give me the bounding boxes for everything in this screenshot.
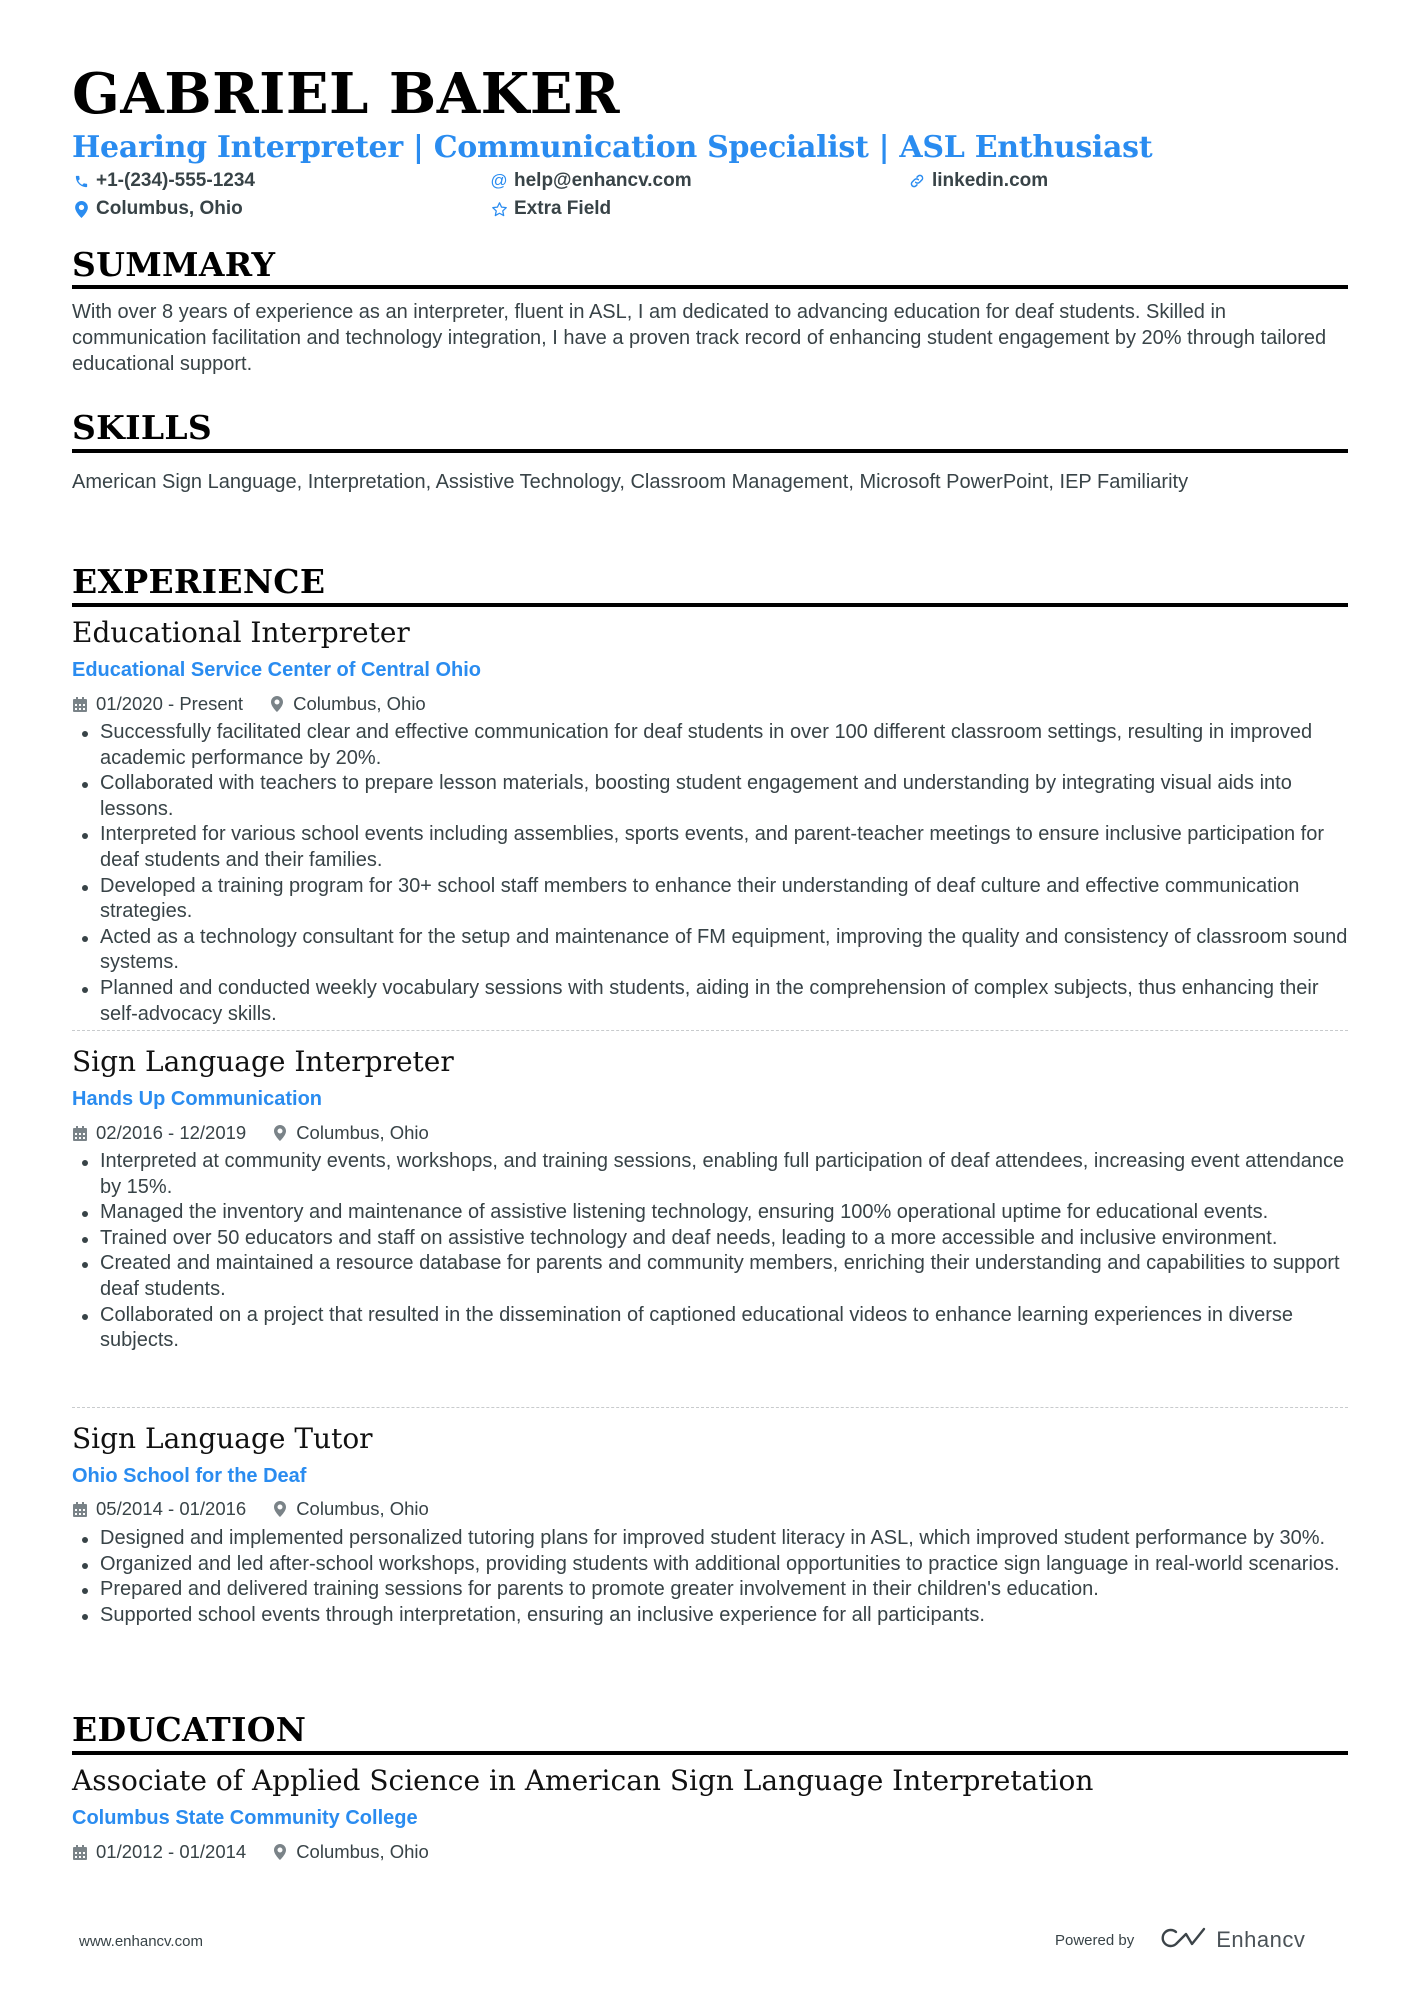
bullet-item: Successfully facilitated clear and effec… bbox=[72, 720, 1348, 771]
contact-location: Columbus, Ohio bbox=[72, 197, 243, 221]
education-location: Columbus, Ohio bbox=[296, 1841, 429, 1862]
company-name[interactable]: Educational Service Center of Central Oh… bbox=[72, 657, 481, 683]
contact-phone[interactable]: +1-(234)-555-1234 bbox=[72, 169, 255, 193]
footer-branding[interactable]: Powered by Enhancv bbox=[1055, 1922, 1305, 1958]
job-meta: 02/2016 - 12/2019 Columbus, Ohio bbox=[72, 1121, 429, 1145]
job-title: Sign Language Tutor bbox=[72, 1422, 373, 1455]
candidate-name: GABRIEL BAKER bbox=[72, 61, 621, 127]
school-name[interactable]: Columbus State Community College bbox=[72, 1805, 418, 1831]
job-location: Columbus, Ohio bbox=[296, 1122, 429, 1143]
bullet-item: Interpreted for various school events in… bbox=[72, 822, 1348, 873]
calendar-icon bbox=[72, 1844, 88, 1860]
bullet-item: Prepared and delivered training sessions… bbox=[72, 1577, 1348, 1603]
job-bullets: Successfully facilitated clear and effec… bbox=[72, 720, 1348, 1027]
contact-linkedin[interactable]: linkedin.com bbox=[908, 169, 1048, 193]
bullet-item: Organized and led after-school workshops… bbox=[72, 1552, 1348, 1578]
summary-text: With over 8 years of experience as an in… bbox=[72, 301, 1327, 375]
bullet-item: Trained over 50 educators and staff on a… bbox=[72, 1226, 1348, 1252]
location-pin-icon bbox=[72, 200, 90, 218]
bullet-item: Created and maintained a resource databa… bbox=[72, 1251, 1348, 1302]
contact-email[interactable]: @ help@enhancv.com bbox=[490, 169, 692, 193]
calendar-icon bbox=[72, 1501, 88, 1517]
summary-heading: SUMMARY bbox=[72, 245, 276, 284]
job-location: Columbus, Ohio bbox=[293, 693, 426, 714]
skills-text: American Sign Language, Interpretation, … bbox=[72, 471, 1189, 493]
phone-icon bbox=[72, 172, 90, 190]
powered-by-label: Powered by bbox=[1055, 1931, 1135, 1949]
degree-title: Associate of Applied Science in American… bbox=[72, 1764, 1094, 1797]
job-dates: 05/2014 - 01/2016 bbox=[96, 1498, 247, 1519]
candidate-title: Hearing Interpreter | Communication Spec… bbox=[72, 130, 1153, 165]
phone-text: +1-(234)-555-1234 bbox=[96, 170, 255, 191]
company-name[interactable]: Hands Up Communication bbox=[72, 1086, 322, 1112]
job-meta: 05/2014 - 01/2016 Columbus, Ohio bbox=[72, 1497, 429, 1521]
skills-divider bbox=[72, 449, 1348, 453]
entry-separator bbox=[72, 1407, 1348, 1408]
location-pin-icon bbox=[269, 696, 285, 712]
email-text: help@enhancv.com bbox=[514, 170, 692, 191]
job-dates: 02/2016 - 12/2019 bbox=[96, 1122, 247, 1143]
bullet-item: Planned and conducted weekly vocabulary … bbox=[72, 976, 1348, 1027]
job-dates: 01/2020 - Present bbox=[96, 693, 244, 714]
linkedin-text: linkedin.com bbox=[932, 170, 1049, 191]
location-text: Columbus, Ohio bbox=[96, 198, 243, 219]
job-meta: 01/2020 - Present Columbus, Ohio bbox=[72, 692, 426, 716]
education-divider bbox=[72, 1751, 1348, 1755]
bullet-item: Interpreted at community events, worksho… bbox=[72, 1149, 1348, 1200]
brand-name: Enhancv bbox=[1216, 1927, 1306, 1952]
link-icon bbox=[908, 172, 926, 190]
job-bullets: Designed and implemented personalized tu… bbox=[72, 1526, 1348, 1628]
education-heading: EDUCATION bbox=[72, 1710, 307, 1749]
bullet-item: Collaborated with teachers to prepare le… bbox=[72, 771, 1348, 822]
bullet-item: Managed the inventory and maintenance of… bbox=[72, 1200, 1348, 1226]
footer-website-link[interactable]: www.enhancv.com bbox=[79, 1932, 203, 1952]
location-pin-icon bbox=[272, 1125, 288, 1141]
location-pin-icon bbox=[272, 1844, 288, 1860]
job-title: Educational Interpreter bbox=[72, 616, 410, 649]
contact-extra: Extra Field bbox=[490, 197, 611, 221]
calendar-icon bbox=[72, 1125, 88, 1141]
location-pin-icon bbox=[272, 1501, 288, 1517]
education-dates: 01/2012 - 01/2014 bbox=[96, 1841, 247, 1862]
bullet-item: Supported school events through interpre… bbox=[72, 1603, 1348, 1629]
skills-heading: SKILLS bbox=[72, 408, 212, 447]
job-title: Sign Language Interpreter bbox=[72, 1045, 454, 1078]
education-meta: 01/2012 - 01/2014 Columbus, Ohio bbox=[72, 1840, 429, 1864]
entry-separator bbox=[72, 1030, 1348, 1031]
star-icon bbox=[490, 200, 508, 218]
job-bullets: Interpreted at community events, worksho… bbox=[72, 1149, 1348, 1354]
bullet-item: Collaborated on a project that resulted … bbox=[72, 1303, 1348, 1354]
experience-heading: EXPERIENCE bbox=[72, 562, 326, 601]
bullet-item: Developed a training program for 30+ sch… bbox=[72, 874, 1348, 925]
experience-divider bbox=[72, 603, 1348, 607]
bullet-item: Acted as a technology consultant for the… bbox=[72, 925, 1348, 976]
company-name[interactable]: Ohio School for the Deaf bbox=[72, 1463, 306, 1489]
calendar-icon bbox=[72, 696, 88, 712]
job-location: Columbus, Ohio bbox=[296, 1498, 429, 1519]
summary-divider bbox=[72, 285, 1348, 289]
bullet-item: Designed and implemented personalized tu… bbox=[72, 1526, 1348, 1552]
at-icon: @ bbox=[490, 171, 508, 190]
extra-field-text: Extra Field bbox=[514, 198, 612, 219]
enhancv-logo-icon bbox=[1160, 1925, 1208, 1956]
